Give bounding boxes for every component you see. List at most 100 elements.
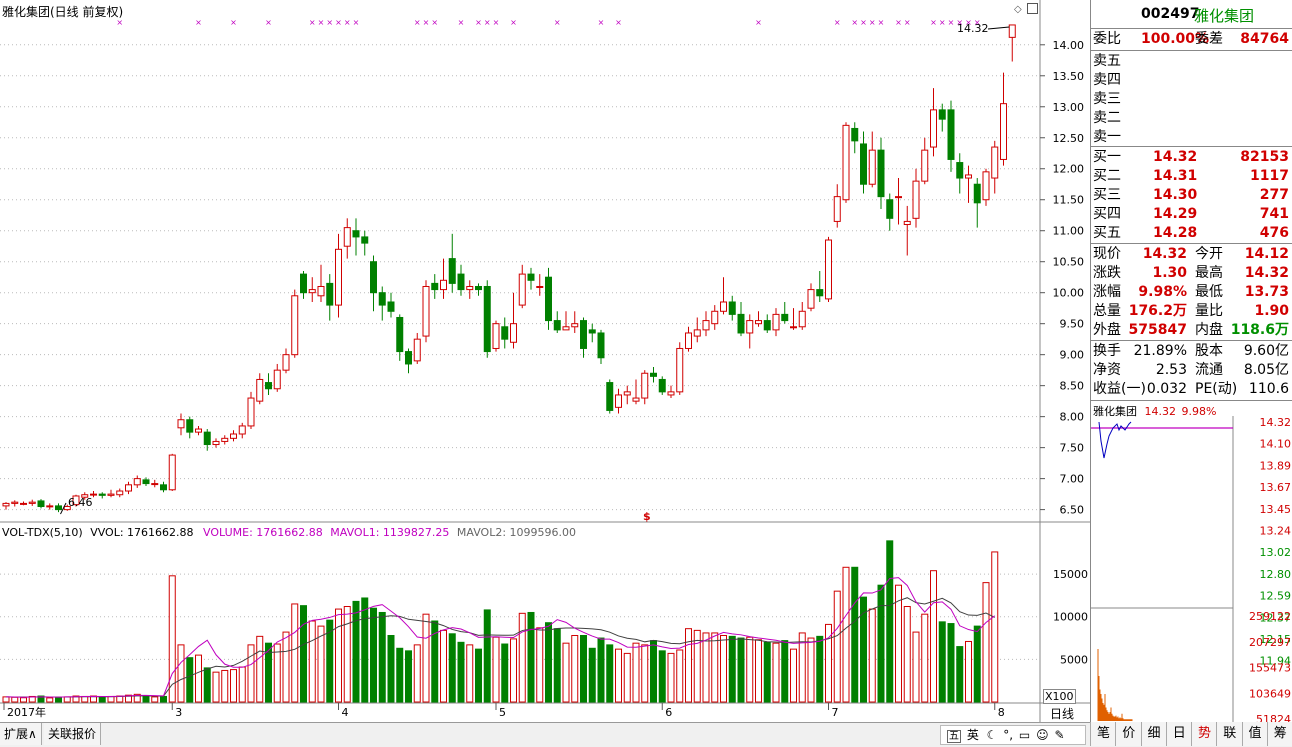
event-marker[interactable]: × — [484, 18, 491, 27]
volume-bar[interactable] — [711, 632, 719, 703]
volume-bar[interactable] — [982, 582, 990, 703]
candle[interactable] — [457, 264, 465, 296]
ime-moon-icon[interactable]: ☾ — [987, 728, 998, 742]
intraday-mini-chart[interactable]: 14.32 14.10 13.89 13.67 13.45 13.24 13.02 12.80… — [1091, 416, 1292, 722]
volume-bar[interactable] — [737, 637, 745, 703]
volume-bar[interactable] — [685, 628, 692, 703]
volume-bar[interactable] — [422, 613, 430, 703]
volume-bar[interactable] — [81, 695, 89, 703]
candle[interactable] — [247, 391, 255, 430]
volume-bar[interactable] — [238, 666, 246, 703]
volume-bar[interactable] — [702, 632, 710, 703]
volume-bar[interactable] — [352, 600, 360, 703]
candle[interactable] — [641, 370, 649, 405]
volume-bar[interactable] — [667, 652, 675, 703]
volume-bar[interactable] — [973, 625, 981, 703]
candle[interactable] — [273, 363, 281, 392]
candlestick-chart[interactable]: 14.00 13.50 13.00 12.50 12.00 11.50 11.00 10.50… — [0, 0, 1090, 722]
event-marker[interactable]: × — [895, 18, 902, 27]
volume-bar[interactable] — [807, 637, 815, 703]
volume-bar[interactable] — [781, 640, 789, 703]
right-tab-6[interactable]: 值 — [1241, 722, 1268, 746]
candle[interactable] — [282, 348, 290, 374]
volume-bar[interactable] — [571, 634, 579, 703]
candle[interactable] — [518, 264, 526, 309]
candle[interactable] — [685, 326, 692, 352]
candle[interactable] — [623, 385, 631, 405]
volume-bar[interactable] — [387, 634, 395, 703]
volume-bar[interactable] — [221, 669, 229, 703]
right-tab-1[interactable]: 价 — [1115, 722, 1142, 746]
volume-bar[interactable] — [291, 603, 299, 703]
ime-user-icon[interactable]: ☺ — [1036, 728, 1049, 742]
buy-level-row[interactable]: 买四 14.29 741 — [1091, 205, 1292, 224]
candle[interactable] — [895, 178, 902, 225]
candle[interactable] — [790, 308, 797, 330]
volume-bar[interactable] — [378, 611, 386, 703]
candle[interactable] — [483, 280, 491, 358]
volume-bar[interactable] — [203, 667, 211, 703]
volume-bar[interactable] — [536, 627, 544, 703]
volume-bar[interactable] — [343, 606, 351, 703]
event-marker[interactable]: × — [230, 18, 237, 27]
event-marker[interactable]: × — [939, 18, 946, 27]
volume-bar[interactable] — [947, 623, 955, 703]
candle[interactable] — [658, 376, 666, 395]
volume-bar[interactable] — [720, 634, 727, 703]
volume-bar[interactable] — [55, 697, 62, 703]
candle[interactable] — [230, 430, 237, 442]
volume-bar[interactable] — [965, 640, 972, 703]
volume-bar[interactable] — [448, 633, 456, 703]
candle[interactable] — [203, 429, 211, 451]
buy-level-row[interactable]: 买一 14.32 82153 — [1091, 148, 1292, 167]
candle[interactable] — [746, 314, 754, 349]
candle[interactable] — [921, 137, 929, 185]
volume-bar[interactable] — [335, 608, 342, 703]
candle[interactable] — [991, 140, 999, 194]
candle[interactable] — [781, 301, 789, 324]
sell-level-row[interactable]: 卖四 — [1091, 71, 1292, 90]
candle[interactable] — [632, 379, 640, 405]
sell-level-row[interactable]: 卖三 — [1091, 90, 1292, 109]
volume-bar[interactable] — [247, 644, 255, 703]
candle[interactable] — [676, 342, 684, 395]
candle[interactable] — [956, 153, 964, 194]
volume-bar[interactable] — [658, 650, 666, 703]
candle[interactable] — [667, 385, 675, 399]
candle[interactable] — [650, 367, 657, 383]
candle[interactable] — [335, 233, 342, 318]
volume-bar[interactable] — [868, 608, 876, 703]
volume-bar[interactable] — [886, 540, 894, 703]
candle[interactable] — [833, 184, 841, 228]
event-marker[interactable]: × — [869, 18, 876, 27]
event-marker[interactable]: × — [265, 18, 272, 27]
candle[interactable] — [903, 205, 911, 256]
event-marker[interactable]: × — [904, 18, 911, 27]
volume-bar[interactable] — [501, 643, 509, 703]
candle[interactable] — [702, 311, 710, 337]
candle[interactable] — [816, 271, 824, 302]
volume-bar[interactable] — [370, 607, 377, 703]
candle[interactable] — [396, 314, 404, 361]
candle[interactable] — [886, 193, 894, 231]
candle[interactable] — [798, 301, 806, 330]
candle[interactable] — [387, 292, 395, 318]
candle[interactable] — [151, 479, 159, 488]
candle[interactable] — [912, 168, 920, 228]
event-marker[interactable]: × — [834, 18, 841, 27]
event-marker[interactable]: × — [116, 18, 123, 27]
period-label[interactable]: 日线 — [1050, 705, 1074, 722]
volume-bar[interactable] — [107, 695, 115, 703]
volume-bar[interactable] — [930, 570, 937, 703]
volume-bar[interactable] — [623, 652, 631, 703]
right-tab-5[interactable]: 联 — [1216, 722, 1243, 746]
volume-bar[interactable] — [2, 696, 10, 703]
ime-keyboard-icon[interactable]: ▭ — [1019, 728, 1030, 742]
volume-bar[interactable] — [562, 642, 570, 703]
event-marker[interactable]: × — [326, 18, 333, 27]
candle[interactable] — [11, 500, 19, 507]
volume-bar[interactable] — [597, 637, 605, 703]
volume-bar[interactable] — [492, 636, 500, 703]
volume-bar[interactable] — [588, 647, 596, 703]
ime-five[interactable]: 五 — [947, 730, 961, 743]
